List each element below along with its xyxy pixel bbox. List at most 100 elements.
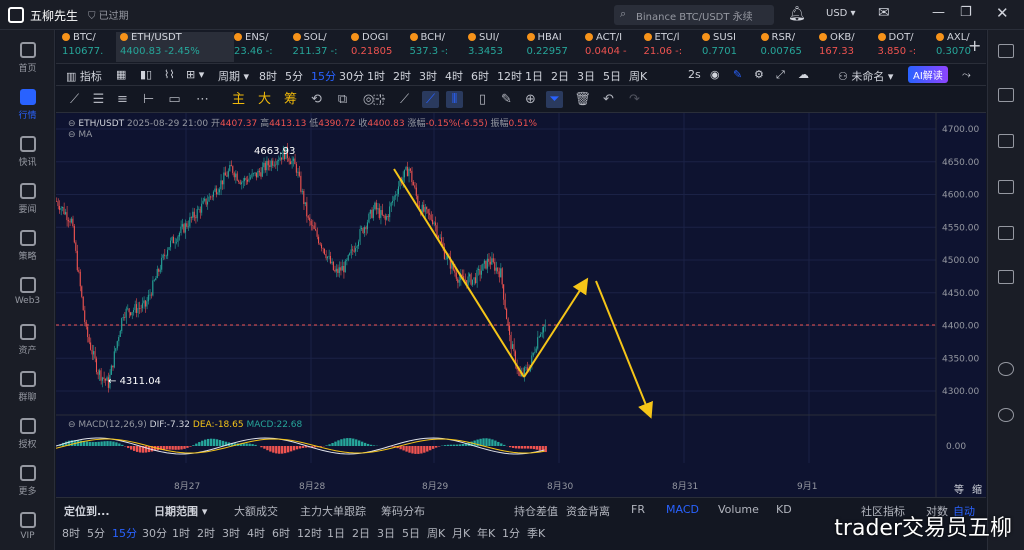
price-chart[interactable]: 4700.00 4650.00 4600.00 4550.00 4500.00 4450.… xyxy=(56,113,986,497)
more-tools-icon[interactable]: ⋯▾ xyxy=(194,91,211,124)
ticker-item[interactable]: SOL/211.37 -: xyxy=(292,32,351,62)
bottom-timeframe-0[interactable]: 8时 xyxy=(62,525,80,541)
bottom-timeframe-7[interactable]: 4时 xyxy=(247,525,265,541)
bottom-timeframe-11[interactable]: 2日 xyxy=(352,525,370,541)
candle-type-icon[interactable]: ▮▯ xyxy=(140,68,152,81)
indicator-tab-4[interactable]: 资金背离 xyxy=(566,503,610,519)
currency-select[interactable]: USD ▾ xyxy=(826,8,856,19)
timeframe-7[interactable]: 4时 xyxy=(445,68,463,84)
timeframe-3[interactable]: 30分 xyxy=(339,68,364,84)
timeframe-13[interactable]: 5日 xyxy=(603,68,621,84)
pen-icon[interactable]: ✎ xyxy=(733,68,742,81)
share-icon[interactable]: ⤳ xyxy=(962,68,971,82)
orderbook-icon[interactable] xyxy=(998,44,1014,58)
add-ticker-icon[interactable]: + xyxy=(968,36,981,55)
timeframe-4[interactable]: 1时 xyxy=(367,68,385,84)
ticker-item[interactable]: OKB/167.33 xyxy=(819,32,877,62)
up-arrow[interactable] xyxy=(523,277,589,378)
indicator-button[interactable]: ▥ 指标 xyxy=(66,68,102,84)
maximize-icon[interactable]: ❐ xyxy=(960,5,972,20)
legend-toggle-icon[interactable]: ⊖ xyxy=(68,119,76,129)
indicator-tab-7[interactable]: Volume xyxy=(718,503,759,516)
fullscreen-icon[interactable]: ⤢ xyxy=(776,68,785,82)
nav-more[interactable]: 更多 xyxy=(0,465,55,497)
timeframe-10[interactable]: 1日 xyxy=(525,68,543,84)
layout-name[interactable]: ⚇ 未命名 ▾ xyxy=(838,68,893,84)
locate-button[interactable]: 定位到... xyxy=(64,503,110,519)
compare-icon[interactable]: ⌇⌇ xyxy=(164,68,175,81)
ticker-item[interactable]: AXL/0.3070 xyxy=(936,32,994,62)
clipboard-icon[interactable]: ▯ xyxy=(474,91,491,108)
mail-icon[interactable]: ✉ xyxy=(878,5,890,21)
bookmark-icon[interactable]: ⬚ xyxy=(370,91,387,108)
grid-icon[interactable] xyxy=(998,226,1014,240)
bottom-timeframe-13[interactable]: 5日 xyxy=(402,525,420,541)
sync-panel-icon[interactable] xyxy=(998,362,1014,376)
ruler-icon[interactable]: ⟋ xyxy=(396,91,413,108)
search-input[interactable]: Binance BTC/USDT 永续 xyxy=(636,8,753,23)
copy-icon[interactable]: ⧉ xyxy=(334,91,351,108)
timeframe-12[interactable]: 3日 xyxy=(577,68,595,84)
indicator-tab-3[interactable]: 持仓差值 xyxy=(514,503,558,519)
indicator-tab-1[interactable]: 主力大单跟踪 xyxy=(300,503,366,519)
pattern-icon[interactable]: ⦀ xyxy=(446,91,463,108)
bottom-timeframe-17[interactable]: 1分 xyxy=(502,525,520,541)
bottom-timeframe-5[interactable]: 2时 xyxy=(197,525,215,541)
signal-icon[interactable] xyxy=(998,270,1014,284)
undo-icon[interactable]: ↶ xyxy=(600,91,617,108)
nav-strategy[interactable]: 策略 xyxy=(0,230,55,262)
nav-news[interactable]: 快讯 xyxy=(0,136,55,168)
indicator-tab-8[interactable]: KD xyxy=(776,503,792,516)
timeframe-8[interactable]: 6时 xyxy=(471,68,489,84)
scale-zoom-label[interactable]: 缩 xyxy=(972,481,982,496)
timeframe-9[interactable]: 12时 xyxy=(497,68,522,84)
bottom-timeframe-1[interactable]: 5分 xyxy=(87,525,105,541)
trash-icon[interactable]: 🗑︎ xyxy=(574,91,591,108)
indicator-tab-0[interactable]: 大额成交 xyxy=(234,503,278,519)
alarm-icon[interactable] xyxy=(998,408,1014,422)
timeframe-5[interactable]: 2时 xyxy=(393,68,411,84)
minimize-icon[interactable]: — xyxy=(932,5,945,20)
bottom-timeframe-14[interactable]: 周K xyxy=(427,525,445,541)
channel-icon[interactable]: ≡ xyxy=(114,91,131,108)
nav-bar-chart[interactable]: 行情 xyxy=(0,89,55,121)
bell-icon[interactable]: 🔔︎ xyxy=(788,6,806,22)
ticker-item[interactable]: ETC/l 21.06 -: xyxy=(643,32,702,62)
zoom-icon[interactable]: ⊕ xyxy=(522,91,539,108)
horizontal-lines-icon[interactable]: ☰ xyxy=(90,91,107,108)
bottom-timeframe-8[interactable]: 6时 xyxy=(272,525,290,541)
timeframe-0[interactable]: 8时 xyxy=(259,68,277,84)
timeframe-11[interactable]: 2日 xyxy=(551,68,569,84)
nav-home[interactable]: 首页 xyxy=(0,42,55,74)
brush-icon[interactable]: ⟋ xyxy=(422,91,439,108)
bottom-timeframe-3[interactable]: 30分 xyxy=(142,525,167,541)
pencil-icon[interactable]: ✎ xyxy=(498,91,515,108)
date-range-dropdown[interactable]: 日期范围 ▾ xyxy=(154,503,207,519)
bottom-timeframe-15[interactable]: 月K xyxy=(452,525,470,541)
timeframe-2[interactable]: 15分 xyxy=(311,68,336,84)
timeframe-6[interactable]: 3时 xyxy=(419,68,437,84)
ticker-item[interactable]: SUI/3.3453 xyxy=(468,32,526,62)
nav-chat[interactable]: 群聊 xyxy=(0,371,55,403)
hline-icon[interactable]: ⊢ xyxy=(140,91,157,108)
trendline-icon[interactable]: ⟋ xyxy=(66,91,83,108)
nav-diamond[interactable]: VIP xyxy=(0,512,55,541)
bottom-timeframe-16[interactable]: 年K xyxy=(477,525,495,541)
search-box[interactable]: ⌕ Binance BTC/USDT 永续 xyxy=(614,5,774,25)
chips-tool[interactable]: 筹 xyxy=(282,91,299,108)
big-order-tool[interactable]: 大 xyxy=(256,91,273,108)
ticker-item[interactable]: HBAI 0.22957 xyxy=(526,32,585,62)
ai-button[interactable]: AI解读 xyxy=(908,66,948,83)
ticker-item[interactable]: RSR/0.00765 xyxy=(760,32,819,62)
cloud-icon[interactable]: ☁ xyxy=(798,68,809,81)
bottom-timeframe-2[interactable]: 15分 xyxy=(112,525,137,541)
indicator-tab-6[interactable]: MACD xyxy=(666,503,699,516)
main-indicator-tool[interactable]: 主 xyxy=(230,91,247,108)
ticker-item[interactable]: ACT/I 0.0404- xyxy=(585,32,643,62)
notes-icon[interactable] xyxy=(998,88,1014,102)
nav-web3[interactable]: Web3 xyxy=(0,277,55,306)
ticker-item[interactable]: DOGI 0.21805 xyxy=(351,32,409,62)
down-trend-line[interactable] xyxy=(393,168,525,378)
expired-badge[interactable]: ⛉ 已过期 xyxy=(88,7,129,22)
timeframe-1[interactable]: 5分 xyxy=(285,68,303,84)
